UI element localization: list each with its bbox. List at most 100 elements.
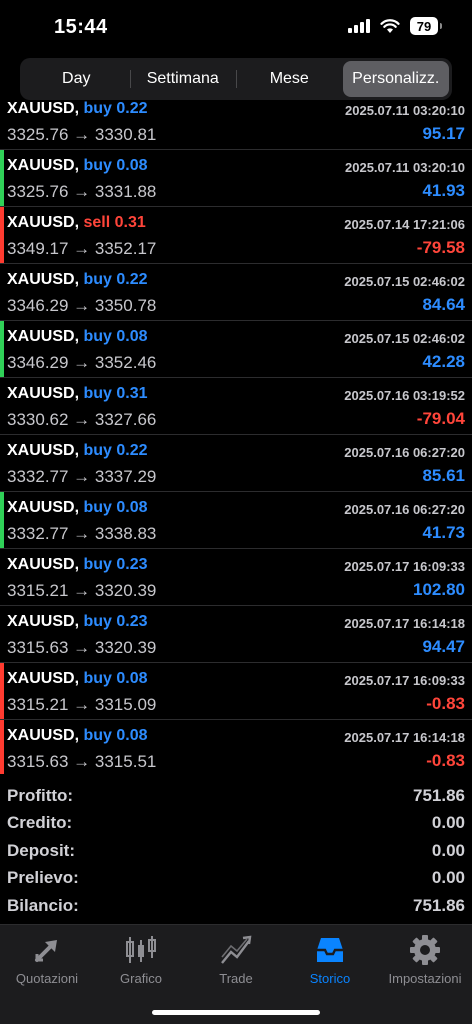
symbol-name: XAUUSD, [7,727,80,744]
deal-symbol: XAUUSD, buy 0.08 [7,670,148,688]
symbol-name: XAUUSD, [7,328,80,345]
deal-symbol: XAUUSD, buy 0.08 [7,157,148,175]
deal-indicator-bar [0,264,4,320]
deal-prices: 3315.21 → 3315.09 [7,695,157,714]
tab-bar: Quotazioni Grafico Trade Storico Imposta… [0,924,472,1024]
deal-side-volume: buy 0.08 [83,157,148,174]
deal-prices: 3325.76 → 3330.81 [7,125,157,144]
deal-indicator-bar [0,492,4,548]
summary-label: Deposit: [7,840,75,860]
tab-chart[interactable]: Grafico [94,933,188,993]
deal-side-volume: sell 0.31 [83,214,146,231]
deals-list[interactable]: XAUUSD, buy 0.22 3325.76 → 3330.81 2025.07… [0,100,472,774]
deal-indicator-bar [0,150,4,206]
status-bar: 15:44 79 [0,0,472,56]
summary-label: Prelievo: [7,868,79,888]
deal-row[interactable]: XAUUSD, buy 0.22 3346.29 → 3350.78 2025.07… [0,264,472,321]
deal-row[interactable]: XAUUSD, buy 0.08 3346.29 → 3352.46 2025.07… [0,321,472,378]
deal-prices: 3332.77 → 3337.29 [7,467,157,486]
deals-list-inner: XAUUSD, buy 0.22 3325.76 → 3330.81 2025.07… [0,100,472,774]
deal-time: 2025.07.15 02:46:02 [344,274,465,289]
symbol-name: XAUUSD, [7,556,80,573]
status-time: 15:44 [54,16,108,38]
deal-row[interactable]: XAUUSD, buy 0.08 3325.76 → 3331.88 2025.07… [0,150,472,207]
tab-quotes[interactable]: Quotazioni [0,933,94,993]
deal-profit: 94.47 [422,637,465,656]
deal-prices: 3349.17 → 3352.17 [7,239,157,258]
tab-settings[interactable]: Impostazioni [378,933,472,993]
deal-side-volume: buy 0.08 [83,670,148,687]
summary-deposit: Deposit: 0.00 [0,837,472,865]
deal-profit: 41.73 [422,523,465,542]
deal-indicator-bar [0,606,4,662]
deal-time: 2025.07.16 06:27:20 [344,502,465,517]
gear-icon [407,933,443,967]
deal-symbol: XAUUSD, buy 0.31 [7,385,148,403]
deal-row[interactable]: XAUUSD, buy 0.31 3330.62 → 3327.66 2025.07… [0,378,472,435]
deal-prices: 3346.29 → 3350.78 [7,296,157,315]
summary-value: 0.00 [431,868,465,888]
wifi-icon [380,18,400,33]
symbol-name: XAUUSD, [7,100,80,117]
summary-balance: Bilancio: 751.86 [0,892,472,920]
cellular-signal-icon [348,19,370,33]
deal-prices: 3346.29 → 3352.46 [7,353,157,372]
symbol-name: XAUUSD, [7,613,80,630]
deal-profit: -0.83 [426,751,465,770]
deal-row[interactable]: XAUUSD, buy 0.08 3315.63 → 3315.51 2025.07… [0,720,472,774]
symbol-name: XAUUSD, [7,499,80,516]
deal-symbol: XAUUSD, buy 0.22 [7,100,148,118]
deal-profit: -79.58 [416,238,465,257]
summary-credit: Credito: 0.00 [0,810,472,838]
deal-side-volume: buy 0.22 [83,100,148,117]
deal-row[interactable]: XAUUSD, buy 0.08 3315.21 → 3315.09 2025.07… [0,663,472,720]
symbol-name: XAUUSD, [7,157,80,174]
tab-history[interactable]: Storico [283,933,377,993]
deal-symbol: XAUUSD, buy 0.08 [7,328,148,346]
deal-profit: 95.17 [422,124,465,143]
deal-prices: 3332.77 → 3338.83 [7,524,157,543]
segment-month[interactable]: Mese [236,61,343,97]
summary-profit: Profitto: 751.86 [0,782,472,810]
deal-profit: 85.61 [422,466,465,485]
segment-day[interactable]: Day [23,61,130,97]
symbol-name: XAUUSD, [7,271,80,288]
deal-indicator-bar [0,100,4,149]
deal-profit: 102.80 [413,580,465,599]
deal-time: 2025.07.16 03:19:52 [344,388,465,403]
summary-value: 751.86 [413,785,465,805]
deal-indicator-bar [0,321,4,377]
deal-side-volume: buy 0.08 [83,499,148,516]
deal-time: 2025.07.11 03:20:10 [345,103,465,118]
quotes-icon [29,933,65,967]
deal-side-volume: buy 0.22 [83,442,148,459]
deal-prices: 3315.63 → 3320.39 [7,638,157,657]
deal-row[interactable]: XAUUSD, sell 0.31 3349.17 → 3352.17 2025.0… [0,207,472,264]
segment-week[interactable]: Settimana [129,61,237,97]
deal-time: 2025.07.17 16:09:33 [344,673,465,688]
segment-custom[interactable]: Personalizz. [342,61,449,97]
status-indicators: 79 [348,17,442,35]
deal-symbol: XAUUSD, buy 0.23 [7,613,148,631]
deal-row[interactable]: XAUUSD, buy 0.08 3332.77 → 3338.83 2025.07… [0,492,472,549]
summary-value: 751.86 [413,895,465,915]
trade-icon [218,933,254,967]
tab-trade[interactable]: Trade [189,933,283,993]
deal-row[interactable]: XAUUSD, buy 0.22 3332.77 → 3337.29 2025.07… [0,435,472,492]
deal-symbol: XAUUSD, buy 0.23 [7,556,148,574]
deal-row[interactable]: XAUUSD, buy 0.23 3315.21 → 3320.39 2025.07… [0,549,472,606]
deal-profit: 42.28 [422,352,465,371]
deal-profit: -0.83 [426,694,465,713]
deal-time: 2025.07.17 16:09:33 [344,559,465,574]
deal-profit: 84.64 [422,295,465,314]
deal-time: 2025.07.15 02:46:02 [344,331,465,346]
account-summary: Profitto: 751.86 Credito: 0.00 Deposit: … [0,782,472,920]
deal-symbol: XAUUSD, buy 0.22 [7,271,148,289]
deal-symbol: XAUUSD, buy 0.08 [7,727,148,745]
deal-row[interactable]: XAUUSD, buy 0.22 3325.76 → 3330.81 2025.07… [0,100,472,150]
deal-row[interactable]: XAUUSD, buy 0.23 3315.63 → 3320.39 2025.07… [0,606,472,663]
deal-prices: 3315.63 → 3315.51 [7,752,157,771]
chart-icon [123,933,159,967]
deal-prices: 3330.62 → 3327.66 [7,410,157,429]
home-indicator[interactable] [152,1010,320,1015]
